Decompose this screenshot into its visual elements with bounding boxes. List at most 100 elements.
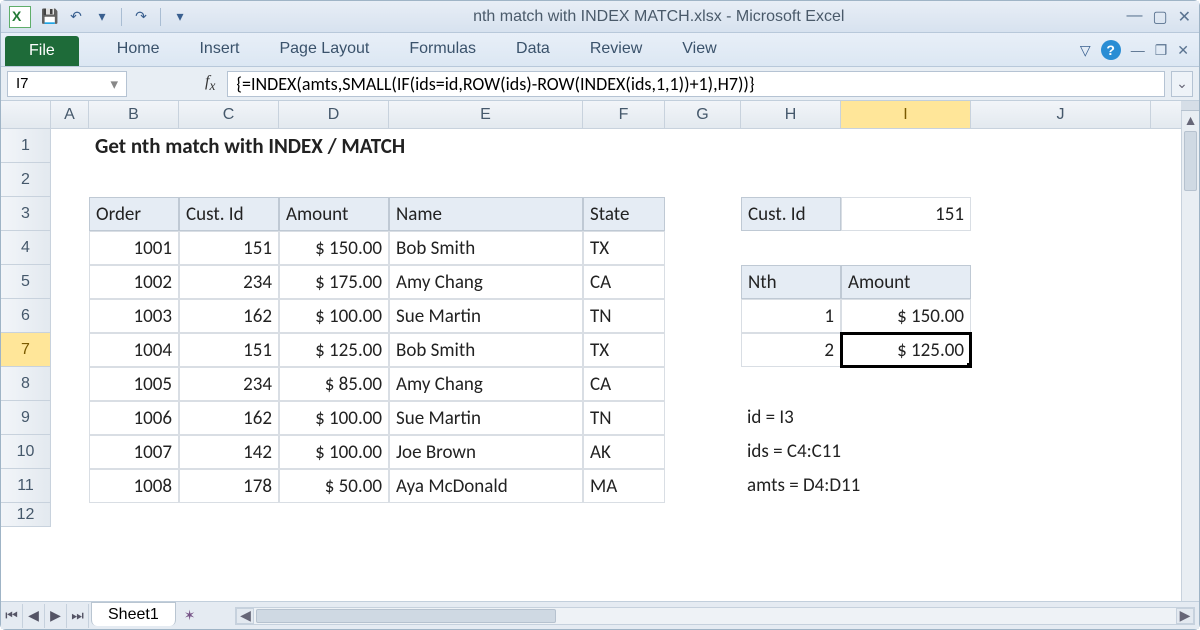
sheet-nav-next-icon[interactable]: ▶ — [45, 604, 67, 628]
tab-home[interactable]: Home — [97, 34, 180, 66]
cell-B8[interactable]: 1005 — [89, 367, 179, 401]
cell-F11[interactable]: MA — [583, 469, 665, 503]
col-header-B[interactable]: B — [89, 101, 179, 128]
scroll-up-icon[interactable]: ▲ — [1182, 111, 1199, 129]
col-header-H[interactable]: H — [741, 101, 841, 128]
col-header-C[interactable]: C — [179, 101, 279, 128]
def-ids[interactable]: ids = C4:C11 — [741, 435, 971, 469]
col-header-D[interactable]: D — [279, 101, 389, 128]
cell-G7[interactable] — [665, 333, 741, 367]
cells-area[interactable]: Get nth match with INDEX / MATCH Order C… — [51, 129, 1181, 603]
col-header-J[interactable]: J — [971, 101, 1151, 128]
header-amount[interactable]: Amount — [279, 197, 389, 231]
cell-G9[interactable] — [665, 401, 741, 435]
cell-B10[interactable]: 1007 — [89, 435, 179, 469]
col-header-I[interactable]: I — [841, 101, 971, 128]
cell-E6[interactable]: Sue Martin — [389, 299, 583, 333]
cell-G3[interactable] — [665, 197, 741, 231]
cell-C9[interactable]: 162 — [179, 401, 279, 435]
sheet-nav-prev-icon[interactable]: ◀ — [23, 604, 45, 628]
cell-B7[interactable]: 1004 — [89, 333, 179, 367]
scroll-left-icon[interactable]: ◀ — [236, 608, 254, 624]
amount-label[interactable]: Amount — [841, 265, 971, 299]
header-state[interactable]: State — [583, 197, 665, 231]
cell-G11[interactable] — [665, 469, 741, 503]
formula-expand-icon[interactable]: ⌄ — [1171, 71, 1193, 97]
nth-label[interactable]: Nth — [741, 265, 841, 299]
def-amts[interactable]: amts = D4:D11 — [741, 469, 971, 503]
tab-review[interactable]: Review — [570, 34, 662, 66]
cell-E8[interactable]: Amy Chang — [389, 367, 583, 401]
cell-B5[interactable]: 1002 — [89, 265, 179, 299]
sheet-nav-first-icon[interactable]: ⏮ — [1, 604, 23, 628]
nth-1-amount[interactable]: $ 150.00 — [841, 299, 971, 333]
def-id[interactable]: id = I3 — [741, 401, 971, 435]
header-custid[interactable]: Cust. Id — [179, 197, 279, 231]
cell-G10[interactable] — [665, 435, 741, 469]
cell-G6[interactable] — [665, 299, 741, 333]
tab-view[interactable]: View — [662, 34, 736, 66]
cell-F10[interactable]: AK — [583, 435, 665, 469]
name-box[interactable]: I7 ▾ — [7, 71, 127, 97]
cell-A6[interactable] — [51, 299, 89, 333]
new-sheet-icon[interactable]: ✶ — [184, 607, 196, 624]
cell-D9[interactable]: $ 100.00 — [279, 401, 389, 435]
row-header-4[interactable]: 4 — [1, 231, 50, 265]
name-box-dropdown-icon[interactable]: ▾ — [110, 75, 118, 93]
row-header-6[interactable]: 6 — [1, 299, 50, 333]
minimize-icon[interactable]: — — [1126, 7, 1142, 27]
row-header-3[interactable]: 3 — [1, 197, 50, 231]
hscroll-thumb[interactable] — [256, 609, 556, 623]
cell-E4[interactable]: Bob Smith — [389, 231, 583, 265]
cell-B11[interactable]: 1008 — [89, 469, 179, 503]
cell-A1[interactable] — [51, 129, 89, 163]
tab-data[interactable]: Data — [496, 34, 570, 66]
window-close-doc-icon[interactable]: ✕ — [1177, 42, 1189, 59]
col-header-F[interactable]: F — [583, 101, 665, 128]
selected-cell-I7[interactable]: $ 125.00 — [841, 333, 971, 367]
maximize-icon[interactable]: ▢ — [1152, 7, 1167, 27]
redo-icon[interactable]: ↷ — [130, 6, 152, 28]
vertical-scrollbar[interactable]: ▲ — [1181, 101, 1199, 603]
cell-A5[interactable] — [51, 265, 89, 299]
cell-E9[interactable]: Sue Martin — [389, 401, 583, 435]
scroll-thumb[interactable] — [1184, 131, 1197, 191]
cell-F5[interactable]: CA — [583, 265, 665, 299]
save-icon[interactable]: 💾 — [39, 6, 61, 28]
cell-A4[interactable] — [51, 231, 89, 265]
col-header-E[interactable]: E — [389, 101, 583, 128]
cell-E5[interactable]: Amy Chang — [389, 265, 583, 299]
cell-E11[interactable]: Aya McDonald — [389, 469, 583, 503]
tab-insert[interactable]: Insert — [179, 34, 259, 66]
undo-dropdown-icon[interactable]: ▾ — [91, 6, 113, 28]
nth-2[interactable]: 2 — [741, 333, 841, 367]
worksheet-grid[interactable]: A B C D E F G H I J 1 2 3 4 5 6 7 8 9 10… — [1, 101, 1199, 603]
cell-D11[interactable]: $ 50.00 — [279, 469, 389, 503]
cell-E7[interactable]: Bob Smith — [389, 333, 583, 367]
row-header-7[interactable]: 7 — [1, 333, 50, 367]
cell-C5[interactable]: 234 — [179, 265, 279, 299]
cell-F8[interactable]: CA — [583, 367, 665, 401]
undo-icon[interactable]: ↶ — [65, 6, 87, 28]
cell-F4[interactable]: TX — [583, 231, 665, 265]
cell-E10[interactable]: Joe Brown — [389, 435, 583, 469]
sheet-nav-last-icon[interactable]: ⏭ — [67, 604, 89, 628]
cell-G5[interactable] — [665, 265, 741, 299]
cell-C10[interactable]: 142 — [179, 435, 279, 469]
cell-F9[interactable]: TN — [583, 401, 665, 435]
cell-C4[interactable]: 151 — [179, 231, 279, 265]
sheet-tab-sheet1[interactable]: Sheet1 — [91, 602, 176, 626]
tab-formulas[interactable]: Formulas — [389, 34, 496, 66]
qat-dropdown-icon[interactable]: ▾ — [169, 6, 191, 28]
row-header-1[interactable]: 1 — [1, 129, 50, 163]
horizontal-scrollbar[interactable]: ◀ ▶ — [235, 607, 1195, 625]
cell-A2[interactable] — [51, 163, 89, 197]
tab-page-layout[interactable]: Page Layout — [259, 34, 389, 66]
window-minimize-doc-icon[interactable]: — — [1131, 42, 1145, 58]
header-name[interactable]: Name — [389, 197, 583, 231]
cell-A7[interactable] — [51, 333, 89, 367]
tab-file[interactable]: File — [5, 36, 79, 66]
cell-A10[interactable] — [51, 435, 89, 469]
cell-A11[interactable] — [51, 469, 89, 503]
header-order[interactable]: Order — [89, 197, 179, 231]
